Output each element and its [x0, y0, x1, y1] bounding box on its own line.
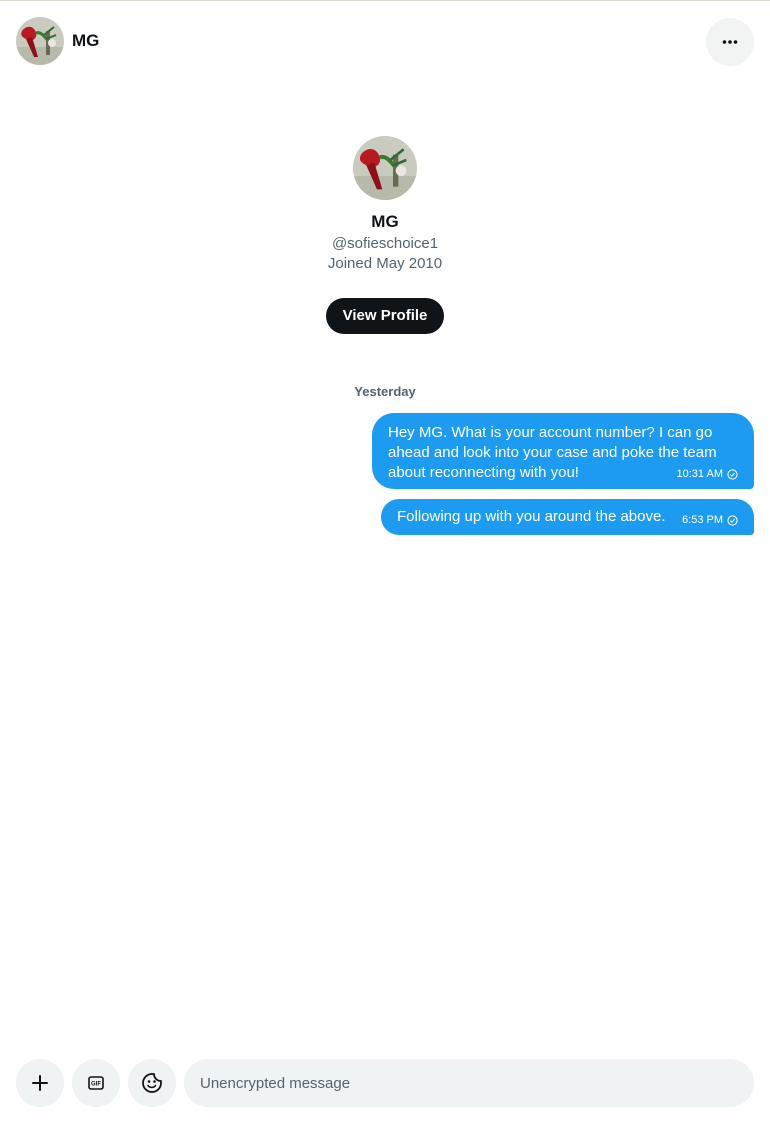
message-bubble[interactable]: Following up with you around the above. … [381, 499, 754, 535]
message-time: 10:31 AM [676, 468, 723, 480]
profile-avatar[interactable] [353, 136, 417, 200]
profile-joined-date: Joined May 2010 [327, 255, 443, 272]
sent-check-icon [727, 468, 738, 480]
message-input[interactable] [184, 1059, 754, 1107]
message-bubble[interactable]: Hey MG. What is your account number? I c… [372, 413, 754, 489]
profile-name: MG [371, 212, 399, 231]
sent-check-icon [727, 514, 738, 526]
message-composer: GIF [0, 1059, 770, 1107]
gif-icon: GIF [88, 1076, 104, 1090]
conversation-header: MG [0, 1, 770, 81]
add-media-button[interactable] [16, 1059, 64, 1107]
gif-button[interactable]: GIF [72, 1059, 120, 1107]
message-meta: 10:31 AM [677, 468, 738, 480]
view-profile-button[interactable]: View Profile [325, 298, 445, 334]
message-time: 6:53 PM [682, 514, 723, 526]
svg-text:GIF: GIF [91, 1082, 101, 1088]
avatar[interactable] [16, 17, 64, 65]
more-horizontal-icon [722, 40, 738, 44]
day-separator: Yesterday [354, 384, 416, 399]
more-options-button[interactable] [706, 18, 754, 66]
plus-icon [32, 1075, 48, 1091]
header-title: MG [72, 31, 100, 50]
profile-summary: MG @sofieschoice1 Joined May 2010 View P… [0, 136, 770, 334]
emoji-button[interactable] [128, 1059, 176, 1107]
profile-handle: @sofieschoice1 [331, 235, 439, 252]
message-meta: 6:53 PM [682, 514, 738, 526]
emoji-icon [142, 1073, 162, 1093]
